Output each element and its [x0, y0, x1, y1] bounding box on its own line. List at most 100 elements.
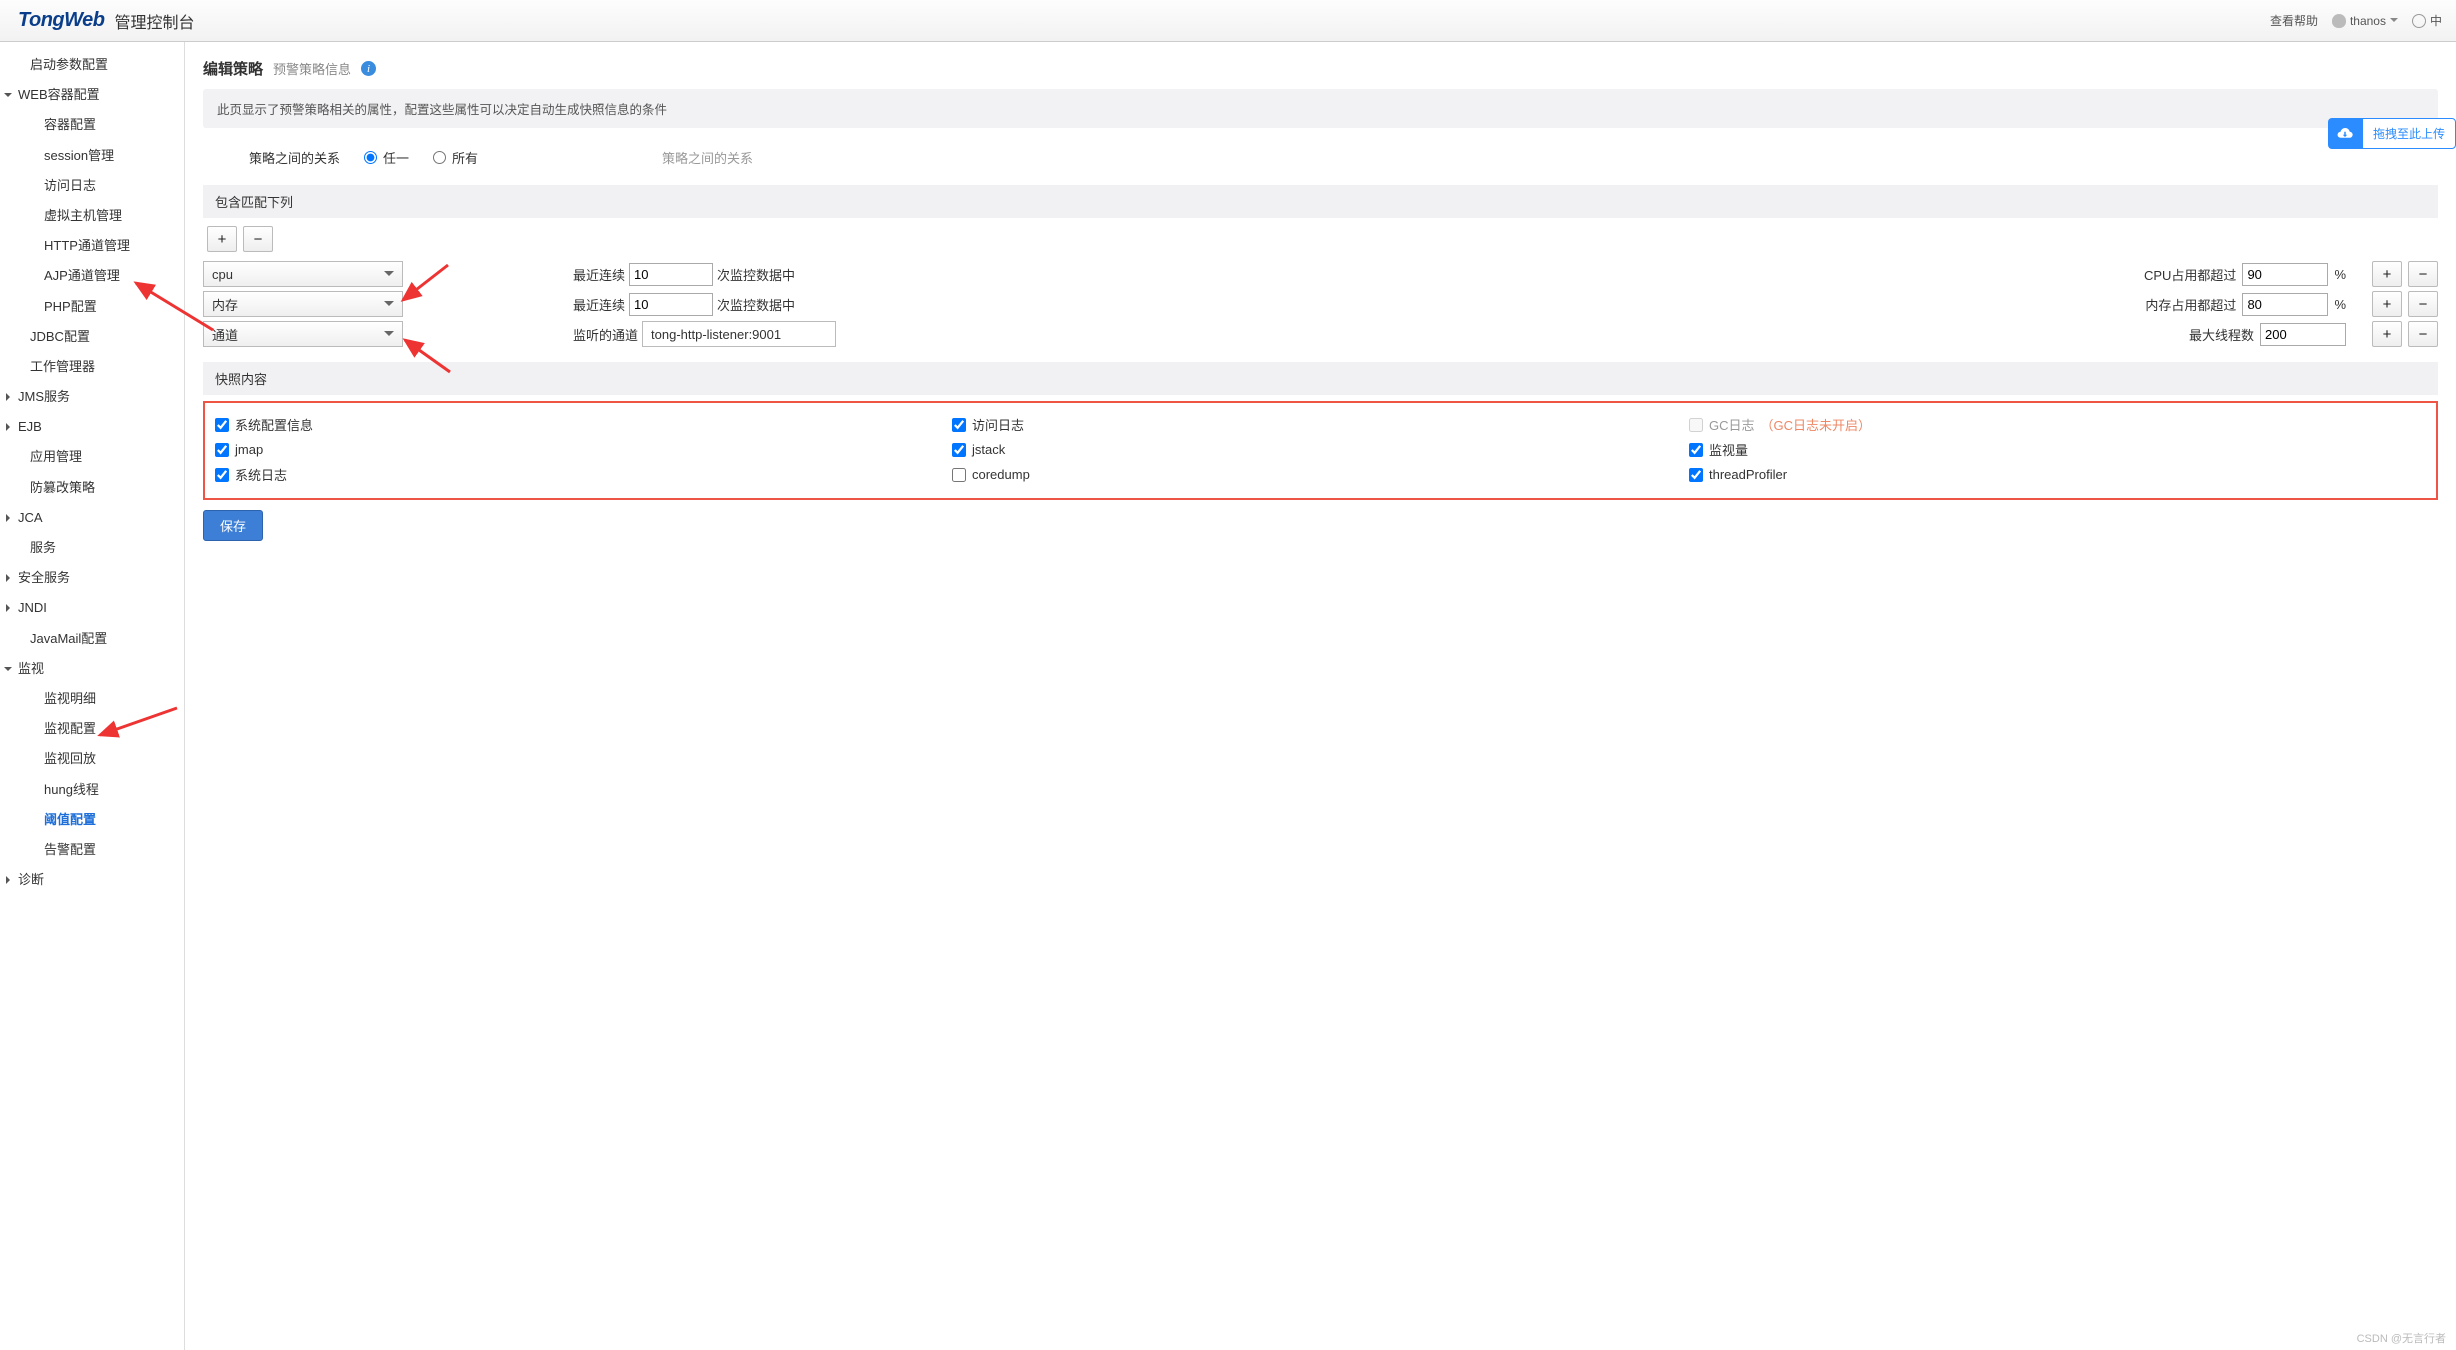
snapshot-checkbox[interactable] [952, 418, 966, 432]
sidebar-item[interactable]: session管理 [0, 141, 184, 171]
snapshot-option[interactable]: jmap [215, 442, 952, 457]
user-menu[interactable]: thanos [2332, 14, 2398, 28]
add-button[interactable]: + [2372, 291, 2402, 317]
save-button[interactable]: 保存 [203, 510, 263, 541]
snapshot-option[interactable]: 监视量 [1689, 440, 2426, 459]
relation-row: 策略之间的关系 任一 所有 策略之间的关系 [249, 148, 2456, 167]
sidebar-item[interactable]: 诊断 [0, 865, 184, 895]
sidebar-item[interactable]: 工作管理器 [0, 352, 184, 382]
app-header: TongWeb 管理控制台 查看帮助 thanos 中 [0, 0, 2456, 42]
snapshot-option[interactable]: threadProfiler [1689, 467, 2426, 482]
sidebar-item[interactable]: 监视回放 [0, 744, 184, 774]
snapshot-checkbox[interactable] [215, 443, 229, 457]
sidebar-item[interactable]: hung线程 [0, 775, 184, 805]
snapshot-option: GC日志（GC日志未开启） [1689, 415, 2426, 434]
logo-main: TongWeb [18, 9, 104, 32]
snapshot-option[interactable]: 系统日志 [215, 465, 952, 484]
relation-label: 策略之间的关系 [249, 148, 340, 167]
sidebar-item[interactable]: 告警配置 [0, 835, 184, 865]
sidebar: 启动参数配置WEB容器配置容器配置session管理访问日志虚拟主机管理HTTP… [0, 42, 185, 1350]
snapshot-option[interactable]: 访问日志 [952, 415, 1689, 434]
listener-select[interactable]: tong-http-listener:9001 [642, 321, 836, 347]
rule-mid: 监听的通道tong-http-listener:9001 [573, 321, 836, 347]
remove-button[interactable]: − [2408, 321, 2438, 347]
snapshot-option[interactable]: jstack [952, 442, 1689, 457]
sidebar-item[interactable]: JCA [0, 503, 184, 533]
rule-buttons: + − [207, 226, 2456, 252]
sidebar-item[interactable]: WEB容器配置 [0, 80, 184, 110]
rule-row: 内存最近连续次监控数据中内存占用都超过%+− [203, 290, 2456, 318]
page-subtitle: 预警策略信息 [273, 59, 351, 78]
chevron-down-icon [384, 271, 394, 281]
user-icon [2332, 14, 2346, 28]
sidebar-item[interactable]: 容器配置 [0, 110, 184, 140]
sidebar-item[interactable]: 安全服务 [0, 563, 184, 593]
snapshot-grid: 系统配置信息访问日志GC日志（GC日志未开启） jmapjstack监视量系统日志… [203, 401, 2438, 500]
sidebar-item[interactable]: JNDI [0, 593, 184, 623]
sidebar-item[interactable]: 应用管理 [0, 442, 184, 472]
sidebar-item[interactable]: 虚拟主机管理 [0, 201, 184, 231]
logo-subtitle: 管理控制台 [114, 9, 194, 33]
globe-icon [2412, 14, 2426, 28]
sidebar-item[interactable]: 启动参数配置 [0, 50, 184, 80]
section-match-header: 包含匹配下列 [203, 185, 2438, 218]
sidebar-item[interactable]: 监视明细 [0, 684, 184, 714]
snapshot-checkbox[interactable] [952, 443, 966, 457]
remove-button[interactable]: − [2408, 291, 2438, 317]
snapshot-checkbox[interactable] [1689, 468, 1703, 482]
remove-button[interactable]: − [2408, 261, 2438, 287]
help-link[interactable]: 查看帮助 [2270, 12, 2318, 29]
remove-rule-button[interactable]: − [243, 226, 273, 252]
sidebar-item[interactable]: JMS服务 [0, 382, 184, 412]
section-snapshot-header: 快照内容 [203, 362, 2438, 395]
threshold-input[interactable] [2260, 323, 2346, 346]
info-icon[interactable]: i [361, 61, 376, 76]
add-button[interactable]: + [2372, 321, 2402, 347]
sidebar-item[interactable]: 阈值配置 [0, 805, 184, 835]
threshold-input[interactable] [2242, 263, 2328, 286]
page-title: 编辑策略 [203, 58, 263, 79]
watermark: CSDN @无言行者 [2357, 1330, 2446, 1346]
rule-type-select[interactable]: 内存 [203, 291, 403, 317]
relation-radio-any[interactable] [364, 151, 377, 164]
rule-row: 通道 监听的通道tong-http-listener:9001 最大线程数+− [203, 320, 2456, 348]
relation-radio-all[interactable] [433, 151, 446, 164]
sidebar-item[interactable]: 服务 [0, 533, 184, 563]
relation-label-ghost: 策略之间的关系 [662, 148, 753, 167]
chevron-down-icon [384, 331, 394, 341]
add-rule-button[interactable]: + [207, 226, 237, 252]
threshold-input[interactable] [2242, 293, 2328, 316]
snapshot-checkbox[interactable] [952, 468, 966, 482]
add-button[interactable]: + [2372, 261, 2402, 287]
rule-type-select[interactable]: 通道 [203, 321, 403, 347]
snapshot-checkbox[interactable] [1689, 443, 1703, 457]
rule-threshold: 内存占用都超过%+− [2145, 291, 2438, 317]
upload-widget[interactable]: 拖拽至此上传 [2328, 118, 2456, 149]
count-input[interactable] [629, 263, 713, 286]
sidebar-item[interactable]: 监视 [0, 654, 184, 684]
sidebar-item[interactable]: JDBC配置 [0, 322, 184, 352]
snapshot-option[interactable]: 系统配置信息 [215, 415, 952, 434]
relation-any[interactable]: 任一 [364, 148, 409, 167]
rule-threshold: 最大线程数+− [2189, 321, 2438, 347]
page-description: 此页显示了预警策略相关的属性，配置这些属性可以决定自动生成快照信息的条件 [203, 89, 2438, 128]
sidebar-item[interactable]: EJB [0, 412, 184, 442]
sidebar-item[interactable]: JavaMail配置 [0, 624, 184, 654]
logo: TongWeb 管理控制台 [18, 9, 195, 33]
sidebar-item[interactable]: 访问日志 [0, 171, 184, 201]
relation-all[interactable]: 所有 [433, 148, 478, 167]
rule-mid: 最近连续次监控数据中 [573, 263, 795, 286]
rule-row: cpu最近连续次监控数据中CPU占用都超过%+− [203, 260, 2456, 288]
snapshot-checkbox[interactable] [215, 418, 229, 432]
snapshot-option[interactable]: coredump [952, 467, 1689, 482]
count-input[interactable] [629, 293, 713, 316]
rule-type-select[interactable]: cpu [203, 261, 403, 287]
sidebar-item[interactable]: 防篡改策略 [0, 473, 184, 503]
snapshot-checkbox [1689, 418, 1703, 432]
sidebar-item[interactable]: 监视配置 [0, 714, 184, 744]
sidebar-item[interactable]: HTTP通道管理 [0, 231, 184, 261]
lang-menu[interactable]: 中 [2412, 12, 2442, 29]
snapshot-checkbox[interactable] [215, 468, 229, 482]
sidebar-item[interactable]: PHP配置 [0, 292, 184, 322]
sidebar-item[interactable]: AJP通道管理 [0, 261, 184, 291]
